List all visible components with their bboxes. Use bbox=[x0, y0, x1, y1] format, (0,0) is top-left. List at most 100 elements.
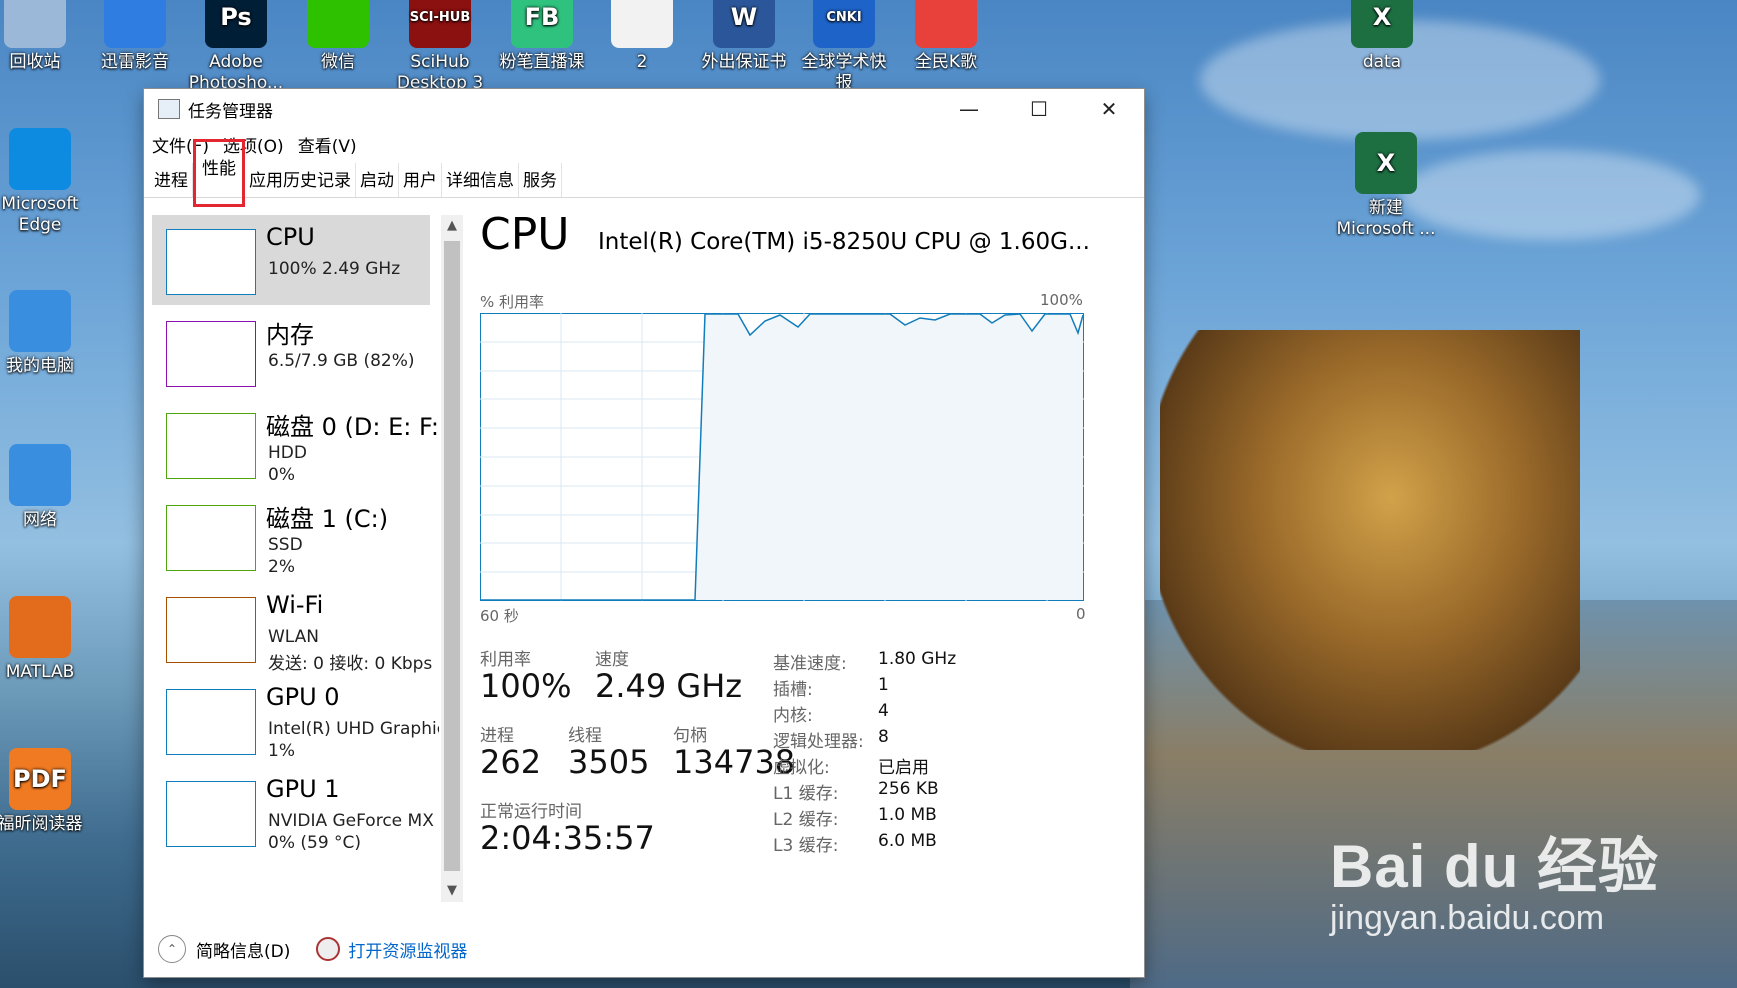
axis-left-label: 60 秒 bbox=[480, 607, 519, 625]
graph-label-left: % 利用率 bbox=[480, 293, 545, 311]
property-label: L2 缓存: bbox=[773, 810, 839, 830]
resource-monitor-icon bbox=[316, 937, 341, 961]
desktop-icon[interactable]: Xdata bbox=[1332, 0, 1432, 73]
desktop-icon[interactable]: Ps Adobe Photosho... bbox=[186, 0, 286, 94]
desktop-icon[interactable]: 我的电脑 bbox=[0, 290, 90, 377]
desktop-icon-label: 全民K歌 bbox=[914, 52, 978, 72]
property-value: 8 bbox=[878, 727, 889, 747]
cpu-heading: CPU bbox=[480, 209, 570, 260]
scroll-up-icon[interactable]: ▲ bbox=[441, 215, 463, 237]
app-icon bbox=[104, 0, 166, 48]
property-value: 256 KB bbox=[878, 779, 939, 799]
desktop-icon[interactable]: 全民K歌 bbox=[896, 0, 996, 73]
sidebar-item-3[interactable]: 磁盘 1 (C:) SSD 2% bbox=[152, 491, 430, 581]
desktop-icon[interactable]: FB 粉笔直播课 bbox=[492, 0, 592, 73]
desktop-icon[interactable]: MATLAB bbox=[0, 596, 90, 683]
sidebar-scrollbar[interactable]: ▲ ▼ bbox=[441, 215, 463, 902]
sidebar-item-name: GPU 1 bbox=[266, 775, 340, 803]
uptime-value: 2:04:35:57 bbox=[480, 819, 655, 857]
sidebar-item-detail: WLAN bbox=[268, 627, 320, 647]
tab-processes[interactable]: 进程 bbox=[150, 163, 193, 197]
tab-users[interactable]: 用户 bbox=[399, 163, 442, 197]
rock-background bbox=[1160, 330, 1580, 750]
close-button[interactable]: ✕ bbox=[1074, 89, 1144, 129]
processes-value: 262 bbox=[480, 743, 542, 781]
property-label: 基准速度: bbox=[773, 654, 847, 674]
desktop-icon[interactable]: Microsoft Edge bbox=[0, 128, 90, 236]
desktop-icon-label: 新建 Microsoft ... bbox=[1336, 198, 1436, 239]
desktop-icon[interactable]: 2 bbox=[592, 0, 692, 73]
desktop-icon-label: Adobe Photosho... bbox=[188, 52, 284, 93]
app-icon bbox=[307, 0, 369, 48]
sidebar-item-name: 磁盘 1 (C:) bbox=[266, 505, 389, 533]
open-resource-monitor-link[interactable]: 打开资源监视器 bbox=[348, 937, 467, 962]
tab-performance[interactable]: 性能 bbox=[193, 139, 245, 207]
mini-graph bbox=[166, 321, 256, 387]
resource-list: CPU 100% 2.49 GHz 内存 6.5/7.9 GB (82%) 磁盘 0 (… bbox=[152, 215, 439, 902]
sidebar-item-6[interactable]: GPU 1 NVIDIA GeForce MX 0% (59 °C) bbox=[152, 767, 434, 857]
property-label: 插槽: bbox=[773, 680, 813, 700]
menu-view[interactable]: 查看(V) bbox=[298, 132, 357, 157]
desktop-icon[interactable]: 迅雷影音 bbox=[85, 0, 185, 73]
app-icon bbox=[9, 596, 71, 658]
axis-right-label: 0 bbox=[1076, 605, 1086, 623]
tab-startup[interactable]: 启动 bbox=[356, 163, 399, 197]
sidebar-item-name: 磁盘 0 (D: E: F:) bbox=[266, 413, 439, 441]
app-icon bbox=[4, 0, 66, 48]
property-label: L1 缓存: bbox=[773, 784, 839, 804]
mini-graph bbox=[166, 689, 256, 755]
desktop-icon[interactable]: SCI-HUB SciHub Desktop 3 bbox=[390, 0, 490, 94]
app-icon: Ps bbox=[205, 0, 267, 48]
sidebar-item-0[interactable]: CPU 100% 2.49 GHz bbox=[152, 215, 430, 305]
sidebar-item-4[interactable]: Wi-Fi WLAN 发送: 0 接收: 0 Kbps bbox=[152, 583, 432, 674]
sidebar-item-2[interactable]: 磁盘 0 (D: E: F:) HDD 0% bbox=[152, 399, 439, 489]
sidebar-item-detail: 6.5/7.9 GB (82%) bbox=[268, 351, 415, 371]
desktop-icon-label: 网络 bbox=[23, 510, 57, 530]
mini-graph bbox=[166, 597, 256, 663]
tab-details[interactable]: 详细信息 bbox=[442, 163, 519, 197]
graph-label-right: 100% bbox=[1040, 291, 1083, 309]
desktop-icon-label: 迅雷影音 bbox=[101, 52, 169, 72]
sidebar-item-name: 内存 bbox=[266, 321, 314, 349]
desktop-icon-label: 我的电脑 bbox=[6, 356, 74, 376]
tab-services[interactable]: 服务 bbox=[519, 163, 562, 197]
title-bar[interactable]: 任务管理器 — ☐ ✕ bbox=[144, 89, 1144, 129]
sidebar-item-detail: SSD bbox=[268, 535, 303, 555]
sidebar-item-1[interactable]: 内存 6.5/7.9 GB (82%) bbox=[152, 307, 430, 397]
desktop-icon[interactable]: W 外出保证书 bbox=[694, 0, 794, 73]
desktop-icon[interactable]: 回收站 bbox=[0, 0, 85, 73]
cloud bbox=[1400, 150, 1700, 240]
desktop-icon[interactable]: CNKI 全球学术快报 bbox=[794, 0, 894, 94]
property-value: 6.0 MB bbox=[878, 831, 937, 851]
desktop-icon-label: MATLAB bbox=[5, 662, 75, 682]
threads-value: 3505 bbox=[568, 743, 650, 781]
scroll-thumb[interactable] bbox=[444, 241, 460, 871]
desktop-icon[interactable]: X 新建 Microsoft ... bbox=[1336, 132, 1436, 240]
sidebar-item-5[interactable]: GPU 0 Intel(R) UHD Graphics 1% bbox=[152, 675, 439, 765]
desktop-icon[interactable]: 微信 bbox=[288, 0, 388, 73]
brief-info-button[interactable]: 简略信息(D) bbox=[196, 937, 290, 962]
app-icon bbox=[611, 0, 673, 48]
desktop-icon-label: 全球学术快报 bbox=[801, 52, 887, 93]
app-icon bbox=[9, 128, 71, 190]
sidebar-item-detail: 100% 2.49 GHz bbox=[268, 259, 401, 279]
scroll-down-icon[interactable]: ▼ bbox=[441, 880, 463, 902]
minimize-button[interactable]: — bbox=[934, 89, 1004, 129]
desktop-icon-label: 微信 bbox=[321, 52, 355, 72]
desktop-icon[interactable]: PDF 福昕阅读器 bbox=[0, 748, 90, 835]
sidebar-item-detail: 0% bbox=[268, 465, 295, 485]
tab-app-history[interactable]: 应用历史记录 bbox=[245, 163, 356, 197]
app-icon bbox=[915, 0, 977, 48]
watermark-brand: Bai du 经验 bbox=[1330, 833, 1660, 900]
sidebar-item-name: Wi-Fi bbox=[266, 591, 324, 619]
util-value: 100% bbox=[480, 667, 572, 705]
tab-strip: 进程 性能 应用历史记录 启动 用户 详细信息 服务 bbox=[144, 139, 1144, 207]
mini-graph bbox=[166, 229, 256, 295]
sidebar-item-detail: 0% (59 °C) bbox=[268, 833, 362, 853]
task-manager-window: 任务管理器 — ☐ ✕ 文件(F) 选项(O) 查看(V) 进程 性能 应用历史… bbox=[144, 89, 1144, 977]
chevron-up-icon[interactable]: ⌃ bbox=[158, 935, 186, 963]
desktop-icon-label: 2 bbox=[636, 52, 648, 72]
desktop-icon[interactable]: 网络 bbox=[0, 444, 90, 531]
maximize-button[interactable]: ☐ bbox=[1004, 89, 1074, 129]
desktop-icon-label: 福昕阅读器 bbox=[0, 814, 83, 834]
